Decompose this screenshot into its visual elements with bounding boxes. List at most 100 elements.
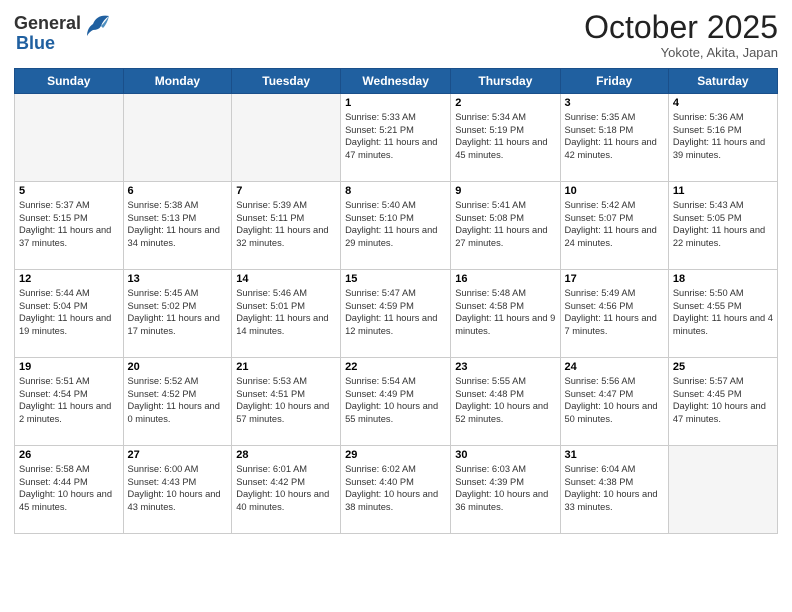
day-number: 17: [565, 273, 664, 285]
weekday-header-tuesday: Tuesday: [232, 69, 341, 94]
day-number: 31: [565, 449, 664, 461]
cell-content: Sunrise: 5:34 AMSunset: 5:19 PMDaylight:…: [455, 111, 555, 161]
day-number: 29: [345, 449, 446, 461]
calendar-cell: 14 Sunrise: 5:46 AMSunset: 5:01 PMDayligh…: [232, 270, 341, 358]
day-number: 21: [236, 361, 336, 373]
calendar-cell: 19 Sunrise: 5:51 AMSunset: 4:54 PMDayligh…: [15, 358, 124, 446]
day-number: 6: [128, 185, 228, 197]
calendar-cell: 22 Sunrise: 5:54 AMSunset: 4:49 PMDayligh…: [341, 358, 451, 446]
cell-content: Sunrise: 5:43 AMSunset: 5:05 PMDaylight:…: [673, 199, 773, 249]
calendar-cell: 13Sunrise: 5:45 AMSunset: 5:02 PMDayligh…: [123, 270, 232, 358]
calendar-week-row-1: 1 Sunrise: 5:33 AMSunset: 5:21 PMDaylight…: [15, 94, 778, 182]
cell-content: Sunrise: 5:39 AMSunset: 5:11 PMDaylight:…: [236, 199, 336, 249]
calendar-cell: 15 Sunrise: 5:47 AMSunset: 4:59 PMDayligh…: [341, 270, 451, 358]
cell-content: Sunrise: 6:01 AMSunset: 4:42 PMDaylight:…: [236, 463, 336, 513]
day-number: 18: [673, 273, 773, 285]
cell-content: Sunrise: 5:57 AMSunset: 4:45 PMDaylight:…: [673, 375, 773, 425]
calendar-cell: [232, 94, 341, 182]
cell-content: Sunrise: 5:52 AMSunset: 4:52 PMDaylight:…: [128, 375, 228, 425]
day-number: 8: [345, 185, 446, 197]
day-number: 19: [19, 361, 119, 373]
cell-content: Sunrise: 5:36 AMSunset: 5:16 PMDaylight:…: [673, 111, 773, 161]
cell-content: Sunrise: 5:33 AMSunset: 5:21 PMDaylight:…: [345, 111, 446, 161]
day-number: 20: [128, 361, 228, 373]
day-number: 3: [565, 97, 664, 109]
calendar-cell: 24Sunrise: 5:56 AMSunset: 4:47 PMDayligh…: [560, 358, 668, 446]
cell-content: Sunrise: 5:38 AMSunset: 5:13 PMDaylight:…: [128, 199, 228, 249]
day-number: 11: [673, 185, 773, 197]
logo-general-text: General: [14, 14, 81, 34]
cell-content: Sunrise: 5:46 AMSunset: 5:01 PMDaylight:…: [236, 287, 336, 337]
calendar-cell: [15, 94, 124, 182]
day-number: 30: [455, 449, 555, 461]
weekday-header-monday: Monday: [123, 69, 232, 94]
day-number: 9: [455, 185, 555, 197]
cell-content: Sunrise: 5:41 AMSunset: 5:08 PMDaylight:…: [455, 199, 555, 249]
month-title: October 2025: [584, 10, 778, 45]
cell-content: Sunrise: 6:04 AMSunset: 4:38 PMDaylight:…: [565, 463, 664, 513]
day-number: 1: [345, 97, 446, 109]
header: General Blue October 2025 Yokote, Akita,…: [14, 10, 778, 60]
cell-content: Sunrise: 5:56 AMSunset: 4:47 PMDaylight:…: [565, 375, 664, 425]
calendar-cell: 5Sunrise: 5:37 AMSunset: 5:15 PMDaylight…: [15, 182, 124, 270]
calendar-cell: 25 Sunrise: 5:57 AMSunset: 4:45 PMDayligh…: [668, 358, 777, 446]
calendar-cell: 7 Sunrise: 5:39 AMSunset: 5:11 PMDaylight…: [232, 182, 341, 270]
calendar-cell: 11 Sunrise: 5:43 AMSunset: 5:05 PMDayligh…: [668, 182, 777, 270]
day-number: 23: [455, 361, 555, 373]
calendar-week-row-5: 26Sunrise: 5:58 AMSunset: 4:44 PMDayligh…: [15, 446, 778, 534]
day-number: 25: [673, 361, 773, 373]
page-container: General Blue October 2025 Yokote, Akita,…: [0, 0, 792, 540]
day-number: 15: [345, 273, 446, 285]
day-number: 4: [673, 97, 773, 109]
calendar-cell: 20 Sunrise: 5:52 AMSunset: 4:52 PMDayligh…: [123, 358, 232, 446]
weekday-header-saturday: Saturday: [668, 69, 777, 94]
cell-content: Sunrise: 6:03 AMSunset: 4:39 PMDaylight:…: [455, 463, 555, 513]
calendar-cell: 16 Sunrise: 5:48 AMSunset: 4:58 PMDayligh…: [451, 270, 560, 358]
calendar-cell: 4 Sunrise: 5:36 AMSunset: 5:16 PMDaylight…: [668, 94, 777, 182]
calendar-cell: 29Sunrise: 6:02 AMSunset: 4:40 PMDayligh…: [341, 446, 451, 534]
weekday-header-sunday: Sunday: [15, 69, 124, 94]
cell-content: Sunrise: 5:49 AMSunset: 4:56 PMDaylight:…: [565, 287, 664, 337]
cell-content: Sunrise: 5:40 AMSunset: 5:10 PMDaylight:…: [345, 199, 446, 249]
day-number: 28: [236, 449, 336, 461]
cell-content: Sunrise: 5:47 AMSunset: 4:59 PMDaylight:…: [345, 287, 446, 337]
calendar-cell: 27Sunrise: 6:00 AMSunset: 4:43 PMDayligh…: [123, 446, 232, 534]
calendar-cell: 12Sunrise: 5:44 AMSunset: 5:04 PMDayligh…: [15, 270, 124, 358]
calendar-week-row-2: 5Sunrise: 5:37 AMSunset: 5:15 PMDaylight…: [15, 182, 778, 270]
day-number: 22: [345, 361, 446, 373]
calendar-cell: 28 Sunrise: 6:01 AMSunset: 4:42 PMDayligh…: [232, 446, 341, 534]
logo-bird-icon: [83, 10, 111, 38]
title-block: October 2025 Yokote, Akita, Japan: [584, 10, 778, 60]
calendar-cell: 10Sunrise: 5:42 AMSunset: 5:07 PMDayligh…: [560, 182, 668, 270]
calendar-cell: 9 Sunrise: 5:41 AMSunset: 5:08 PMDaylight…: [451, 182, 560, 270]
calendar-cell: 17 Sunrise: 5:49 AMSunset: 4:56 PMDayligh…: [560, 270, 668, 358]
logo: General Blue: [14, 10, 111, 54]
day-number: 7: [236, 185, 336, 197]
calendar-cell: 30 Sunrise: 6:03 AMSunset: 4:39 PMDayligh…: [451, 446, 560, 534]
calendar-cell: 18Sunrise: 5:50 AMSunset: 4:55 PMDayligh…: [668, 270, 777, 358]
calendar-cell: 6 Sunrise: 5:38 AMSunset: 5:13 PMDaylight…: [123, 182, 232, 270]
weekday-header-row: SundayMondayTuesdayWednesdayThursdayFrid…: [15, 69, 778, 94]
weekday-header-wednesday: Wednesday: [341, 69, 451, 94]
calendar-cell: [123, 94, 232, 182]
cell-content: Sunrise: 5:35 AMSunset: 5:18 PMDaylight:…: [565, 111, 664, 161]
calendar-cell: 8 Sunrise: 5:40 AMSunset: 5:10 PMDaylight…: [341, 182, 451, 270]
day-number: 14: [236, 273, 336, 285]
calendar-cell: 21Sunrise: 5:53 AMSunset: 4:51 PMDayligh…: [232, 358, 341, 446]
weekday-header-thursday: Thursday: [451, 69, 560, 94]
cell-content: Sunrise: 5:48 AMSunset: 4:58 PMDaylight:…: [455, 287, 555, 337]
day-number: 10: [565, 185, 664, 197]
calendar-cell: 31 Sunrise: 6:04 AMSunset: 4:38 PMDayligh…: [560, 446, 668, 534]
cell-content: Sunrise: 5:55 AMSunset: 4:48 PMDaylight:…: [455, 375, 555, 425]
cell-content: Sunrise: 5:54 AMSunset: 4:49 PMDaylight:…: [345, 375, 446, 425]
calendar-cell: 26Sunrise: 5:58 AMSunset: 4:44 PMDayligh…: [15, 446, 124, 534]
day-number: 16: [455, 273, 555, 285]
calendar-table: SundayMondayTuesdayWednesdayThursdayFrid…: [14, 68, 778, 534]
calendar-week-row-3: 12Sunrise: 5:44 AMSunset: 5:04 PMDayligh…: [15, 270, 778, 358]
cell-content: Sunrise: 5:51 AMSunset: 4:54 PMDaylight:…: [19, 375, 119, 425]
cell-content: Sunrise: 5:58 AMSunset: 4:44 PMDaylight:…: [19, 463, 119, 513]
cell-content: Sunrise: 5:37 AMSunset: 5:15 PMDaylight:…: [19, 199, 119, 249]
calendar-cell: 1 Sunrise: 5:33 AMSunset: 5:21 PMDaylight…: [341, 94, 451, 182]
calendar-cell: 2Sunrise: 5:34 AMSunset: 5:19 PMDaylight…: [451, 94, 560, 182]
weekday-header-friday: Friday: [560, 69, 668, 94]
